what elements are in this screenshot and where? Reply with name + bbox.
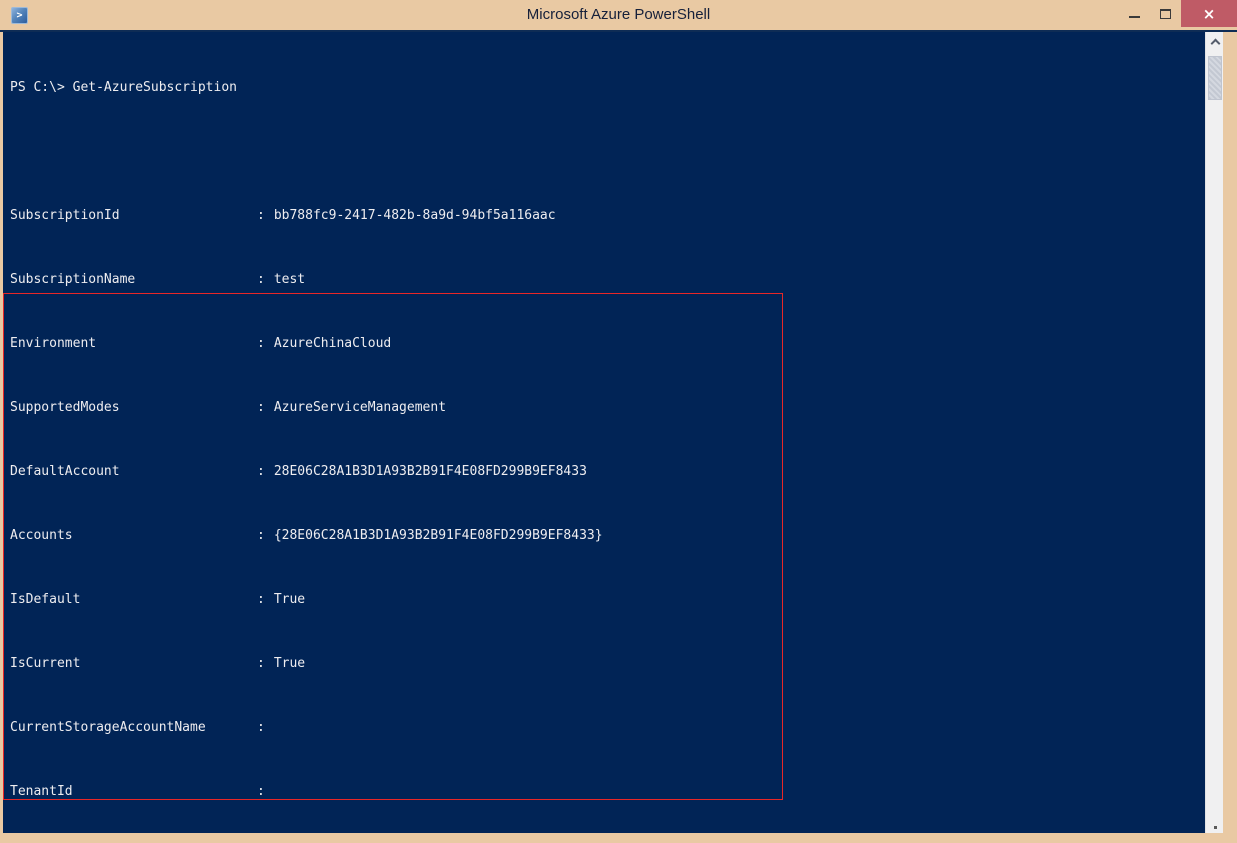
field-label: CurrentStorageAccountName: [10, 720, 206, 735]
field-label: IsDefault: [10, 592, 81, 607]
field-colon: :: [257, 208, 265, 223]
field-label: Accounts: [10, 528, 73, 543]
field-label: SubscriptionId: [10, 208, 120, 223]
field-value: 28E06C28A1B3D1A93B2B91F4E08FD299B9EF8433: [273, 464, 587, 479]
field-label: TenantId: [10, 784, 73, 799]
maximize-icon: [1160, 8, 1171, 19]
field-label: SubscriptionName: [10, 272, 136, 287]
field-value: True: [273, 592, 306, 607]
field-label: Environment: [10, 336, 97, 351]
field-colon: :: [257, 720, 265, 735]
field-label: SupportedModes: [10, 400, 120, 415]
subscription-field: SubscriptionId: bb788fc9-2417-482b-8a9d-9…: [10, 208, 1205, 224]
subscription-field: IsDefault: True: [10, 592, 1205, 608]
field-colon: :: [257, 592, 265, 607]
field-value: test: [273, 272, 306, 287]
field-colon: :: [257, 528, 265, 543]
field-value: bb788fc9-2417-482b-8a9d-94bf5a116aac: [273, 208, 556, 223]
chevron-up-icon: [1210, 38, 1220, 48]
minimize-icon: [1129, 15, 1140, 18]
field-colon: :: [257, 272, 265, 287]
field-value: AzureChinaCloud: [273, 336, 392, 351]
window-title: Microsoft Azure PowerShell: [526, 6, 711, 23]
minimize-button[interactable]: [1119, 0, 1150, 27]
maximize-button[interactable]: [1150, 0, 1181, 27]
subscription-field: SupportedModes: AzureServiceManagement: [10, 400, 1205, 416]
field-label: DefaultAccount: [10, 464, 120, 479]
subscription-field: Accounts: {28E06C28A1B3D1A93B2B91F4E08FD2…: [10, 528, 1205, 544]
window-controls: ×: [1119, 0, 1237, 30]
field-colon: :: [257, 400, 265, 415]
scroll-up-button[interactable]: [1206, 32, 1224, 50]
console-output[interactable]: PS C:\> Get-AzureSubscription Subscripti…: [3, 32, 1205, 833]
subscription-field: IsCurrent: True: [10, 656, 1205, 672]
scrollbar-thumb[interactable]: [1208, 56, 1222, 100]
subscription-field: TenantId:: [10, 784, 1205, 800]
field-colon: :: [257, 464, 265, 479]
field-value: AzureServiceManagement: [273, 400, 447, 415]
command-get-azuresubscription: PS C:\> Get-AzureSubscription: [10, 80, 237, 95]
vertical-scrollbar[interactable]: [1205, 32, 1223, 833]
title-bar[interactable]: > Microsoft Azure PowerShell ×: [0, 0, 1237, 30]
scroll-down-button[interactable]: [1214, 826, 1217, 829]
subscription-field: DefaultAccount:28E06C28A1B3D1A93B2B91F4E…: [10, 464, 1205, 480]
subscription-field: SubscriptionName: test: [10, 272, 1205, 288]
field-value: {28E06C28A1B3D1A93B2B91F4E08FD299B9EF843…: [273, 528, 603, 543]
field-colon: :: [257, 656, 265, 671]
subscription-field: Environment: AzureChinaCloud: [10, 336, 1205, 352]
subscription-output: SubscriptionId: bb788fc9-2417-482b-8a9d-9…: [10, 176, 1205, 816]
field-label: IsCurrent: [10, 656, 81, 671]
field-value: True: [273, 656, 306, 671]
close-button[interactable]: ×: [1181, 0, 1237, 27]
subscription-field: CurrentStorageAccountName:: [10, 720, 1205, 736]
field-colon: :: [257, 784, 265, 799]
field-colon: :: [257, 336, 265, 351]
